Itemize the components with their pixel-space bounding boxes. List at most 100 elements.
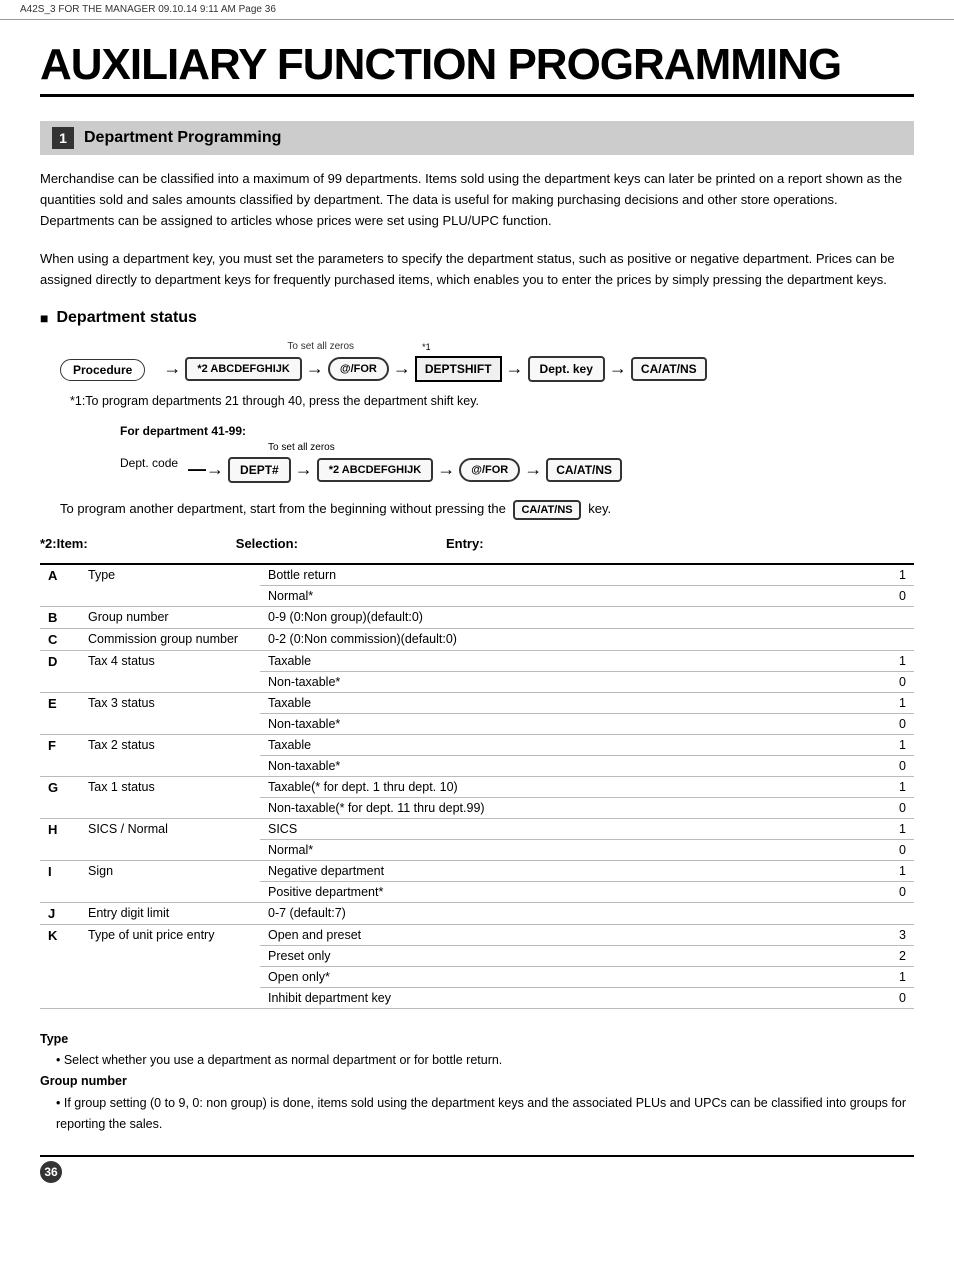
item-entry <box>834 902 914 924</box>
note1-text: *1:To program departments 21 through 40,… <box>70 394 914 408</box>
item-selection: Non-taxable* <box>260 755 834 776</box>
page-number: 36 <box>40 1161 62 1183</box>
item-selection: 0-7 (default:7) <box>260 902 834 924</box>
to-program-text: To program another department, start fro… <box>60 501 914 516</box>
for-dept-label: For department 41-99: <box>120 424 914 438</box>
item-entry <box>834 628 914 650</box>
item-entry: 1 <box>834 776 914 797</box>
item-letter: E <box>40 692 80 734</box>
item-entry: 0 <box>834 987 914 1008</box>
item-entry: 2 <box>834 945 914 966</box>
for-key-2: @/FOR <box>459 458 520 482</box>
deptshift-container: DEPTSHIFT <box>415 356 502 382</box>
col-header-selection <box>260 555 834 564</box>
page-title: AUXILIARY FUNCTION PROGRAMMING <box>40 40 914 97</box>
group-title: Group number <box>40 1074 127 1088</box>
item-selection: Inhibit department key <box>260 987 834 1008</box>
star1-label: *1 <box>422 342 431 352</box>
table-row: FTax 2 statusTaxable1 <box>40 734 914 755</box>
item-letter: H <box>40 818 80 860</box>
item-letter: G <box>40 776 80 818</box>
item-entry: 0 <box>834 713 914 734</box>
flow-line-2: —→ DEPT# → *2 ABCDEFGHIJK → @/FOR → CA/A… <box>188 457 622 483</box>
items-tbody: ATypeBottle return1Normal*0BGroup number… <box>40 564 914 1009</box>
dept-key: Dept. key <box>528 356 605 382</box>
col-header-name <box>80 555 260 564</box>
item-letter: B <box>40 606 80 628</box>
item-letter: I <box>40 860 80 902</box>
intro-paragraph-1: Merchandise can be classified into a max… <box>40 169 914 231</box>
item-entry: 0 <box>834 839 914 860</box>
item-entry: 0 <box>834 585 914 606</box>
col-header-item <box>40 555 80 564</box>
item-entry: 0 <box>834 881 914 902</box>
item-entry: 1 <box>834 734 914 755</box>
item-name: Type <box>80 564 260 607</box>
item-selection: Positive department* <box>260 881 834 902</box>
table-section: *2:Item: Selection: Entry: <box>40 536 914 1009</box>
table-row: ATypeBottle return1 <box>40 564 914 586</box>
type-text: • Select whether you use a department as… <box>40 1050 914 1071</box>
item-selection: Preset only <box>260 945 834 966</box>
page-number-bar: 36 <box>40 1155 914 1183</box>
item-entry: 0 <box>834 797 914 818</box>
item-entry: 1 <box>834 564 914 586</box>
to-set-all-zeros-label: To set all zeros <box>287 341 354 352</box>
item-entry: 1 <box>834 692 914 713</box>
flow-line-1: → *2 ABCDEFGHIJK → @/FOR → DEPTSHIFT → D… <box>163 356 706 382</box>
item-letter: J <box>40 902 80 924</box>
star2-header: *2:Item: Selection: Entry: <box>40 536 914 551</box>
table-header-row <box>40 555 914 564</box>
item-name: Entry digit limit <box>80 902 260 924</box>
dept-code-label: Dept. code <box>120 456 178 470</box>
bottom-notes: Type • Select whether you use a departme… <box>40 1029 914 1135</box>
item-entry: 3 <box>834 924 914 945</box>
section-header: 1 Department Programming <box>40 121 914 155</box>
dept-hash-key: DEPT# <box>228 457 291 483</box>
table-row: JEntry digit limit0-7 (default:7) <box>40 902 914 924</box>
item-selection: Taxable(* for dept. 1 thru dept. 10) <box>260 776 834 797</box>
item-letter: D <box>40 650 80 692</box>
item-letter: C <box>40 628 80 650</box>
page-header: A42S_3 FOR THE MANAGER 09.10.14 9:11 AM … <box>0 0 954 20</box>
section-title: Department Programming <box>84 129 281 147</box>
item-letter: F <box>40 734 80 776</box>
col-header-entry <box>834 555 914 564</box>
procedure-diagram: Procedure To set all zeros *1 → *2 ABCDE… <box>40 341 914 516</box>
ca-at-ns-inline: CA/AT/NS <box>513 500 580 520</box>
items-table: ATypeBottle return1Normal*0BGroup number… <box>40 555 914 1009</box>
item-entry: 0 <box>834 755 914 776</box>
item-selection: Taxable <box>260 650 834 671</box>
item-name: Type of unit price entry <box>80 924 260 1008</box>
item-selection: Non-taxable* <box>260 713 834 734</box>
item-selection: Open and preset <box>260 924 834 945</box>
ca-at-ns-key-1: CA/AT/NS <box>631 357 707 381</box>
intro-paragraph-2: When using a department key, you must se… <box>40 249 914 291</box>
item-selection: Non-taxable* <box>260 671 834 692</box>
item-selection: Taxable <box>260 734 834 755</box>
item-name: Tax 3 status <box>80 692 260 734</box>
group-text: • If group setting (0 to 9, 0: non group… <box>40 1093 914 1136</box>
item-selection: 0-9 (0:Non group)(default:0) <box>260 606 834 628</box>
item-name: Tax 4 status <box>80 650 260 692</box>
item-name: Commission group number <box>80 628 260 650</box>
item-letter: K <box>40 924 80 1008</box>
table-row: GTax 1 statusTaxable(* for dept. 1 thru … <box>40 776 914 797</box>
item-entry: 0 <box>834 671 914 692</box>
type-title: Type <box>40 1032 68 1046</box>
item-entry <box>834 606 914 628</box>
deptshift-key: DEPTSHIFT <box>415 356 502 382</box>
table-row: ETax 3 statusTaxable1 <box>40 692 914 713</box>
abcdefghijk-key: *2 ABCDEFGHIJK <box>185 357 302 381</box>
item-entry: 1 <box>834 966 914 987</box>
item-name: Tax 1 status <box>80 776 260 818</box>
item-selection: SICS <box>260 818 834 839</box>
item-selection: Negative department <box>260 860 834 881</box>
item-entry: 1 <box>834 818 914 839</box>
item-letter: A <box>40 564 80 607</box>
table-row: HSICS / NormalSICS1 <box>40 818 914 839</box>
ca-at-ns-key-2: CA/AT/NS <box>546 458 622 482</box>
item-selection: Open only* <box>260 966 834 987</box>
table-row: KType of unit price entryOpen and preset… <box>40 924 914 945</box>
item-selection: Normal* <box>260 839 834 860</box>
